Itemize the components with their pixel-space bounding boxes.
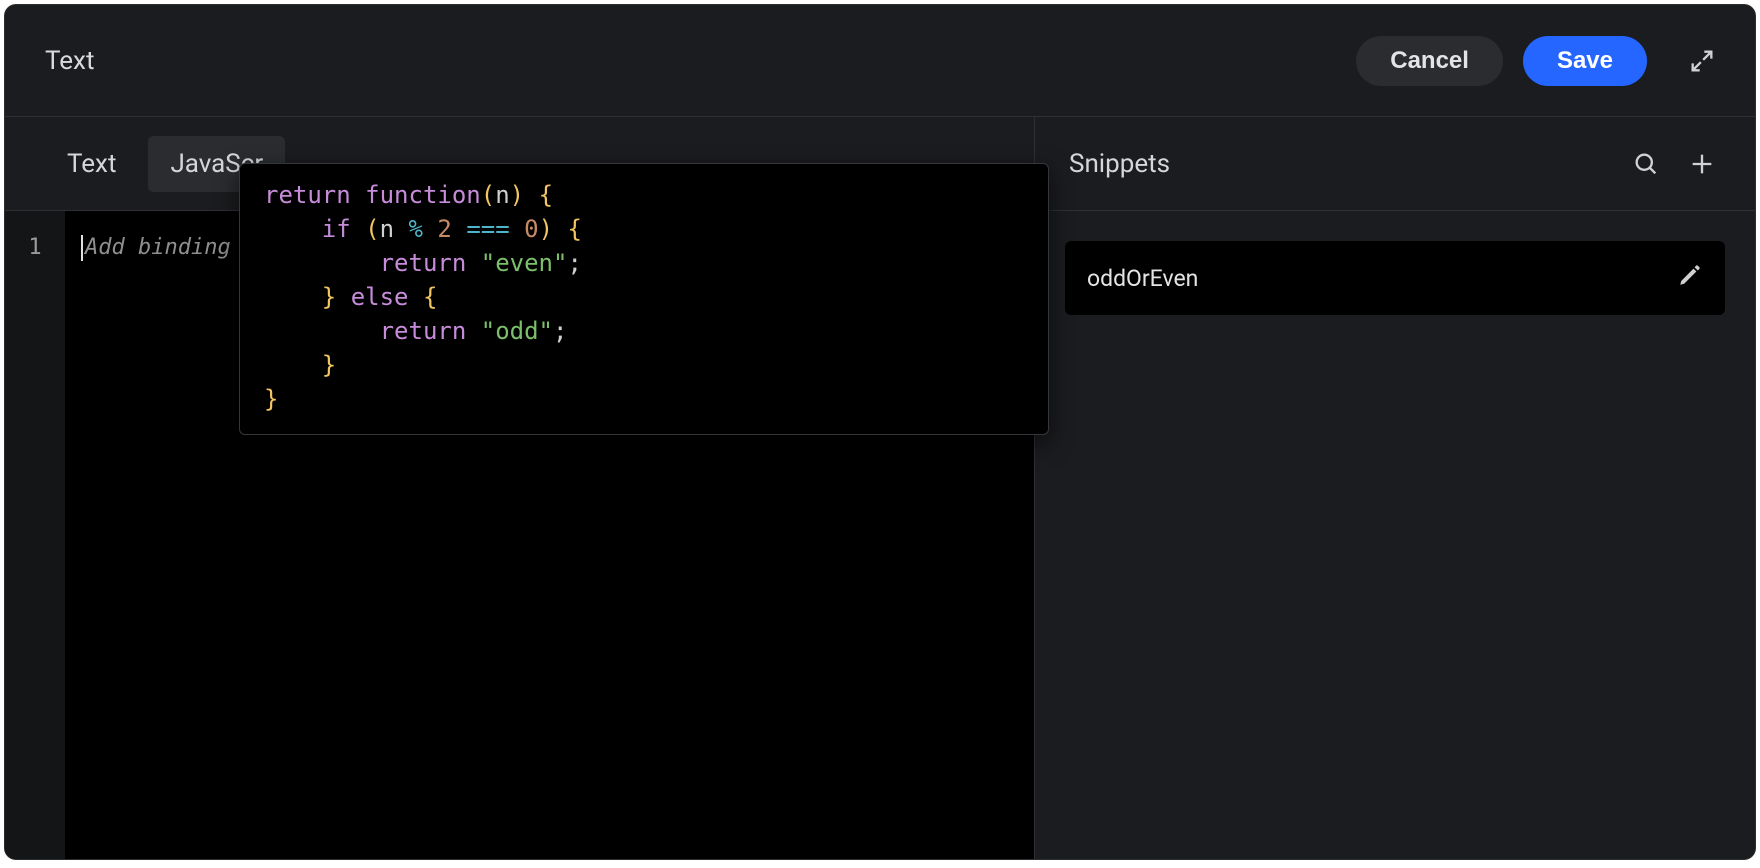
snippets-title: Snippets (1069, 149, 1613, 179)
code-tooltip: return function(n) { if (n % 2 === 0) { … (239, 163, 1049, 435)
cancel-button[interactable]: Cancel (1356, 36, 1503, 86)
add-icon[interactable] (1679, 141, 1725, 187)
pencil-icon[interactable] (1677, 262, 1703, 294)
snippets-list: oddOrEven (1035, 211, 1755, 315)
expand-icon[interactable] (1677, 36, 1727, 86)
page-title: Text (45, 46, 94, 76)
modal-shell: Text Cancel Save Text JavaScr 1 Add bind… (4, 4, 1756, 860)
editor-gutter: 1 (5, 211, 65, 859)
search-icon[interactable] (1623, 141, 1669, 187)
editor-placeholder: Add binding (85, 235, 231, 260)
right-panel: Snippets oddOrEven (1035, 117, 1755, 859)
tab-text[interactable]: Text (45, 136, 138, 192)
snippets-header: Snippets (1035, 117, 1755, 211)
text-cursor (81, 235, 83, 261)
snippet-name: oddOrEven (1087, 265, 1198, 292)
modal-header: Text Cancel Save (5, 5, 1755, 117)
snippet-item[interactable]: oddOrEven (1065, 241, 1725, 315)
line-number: 1 (5, 235, 65, 260)
save-button[interactable]: Save (1523, 36, 1647, 86)
